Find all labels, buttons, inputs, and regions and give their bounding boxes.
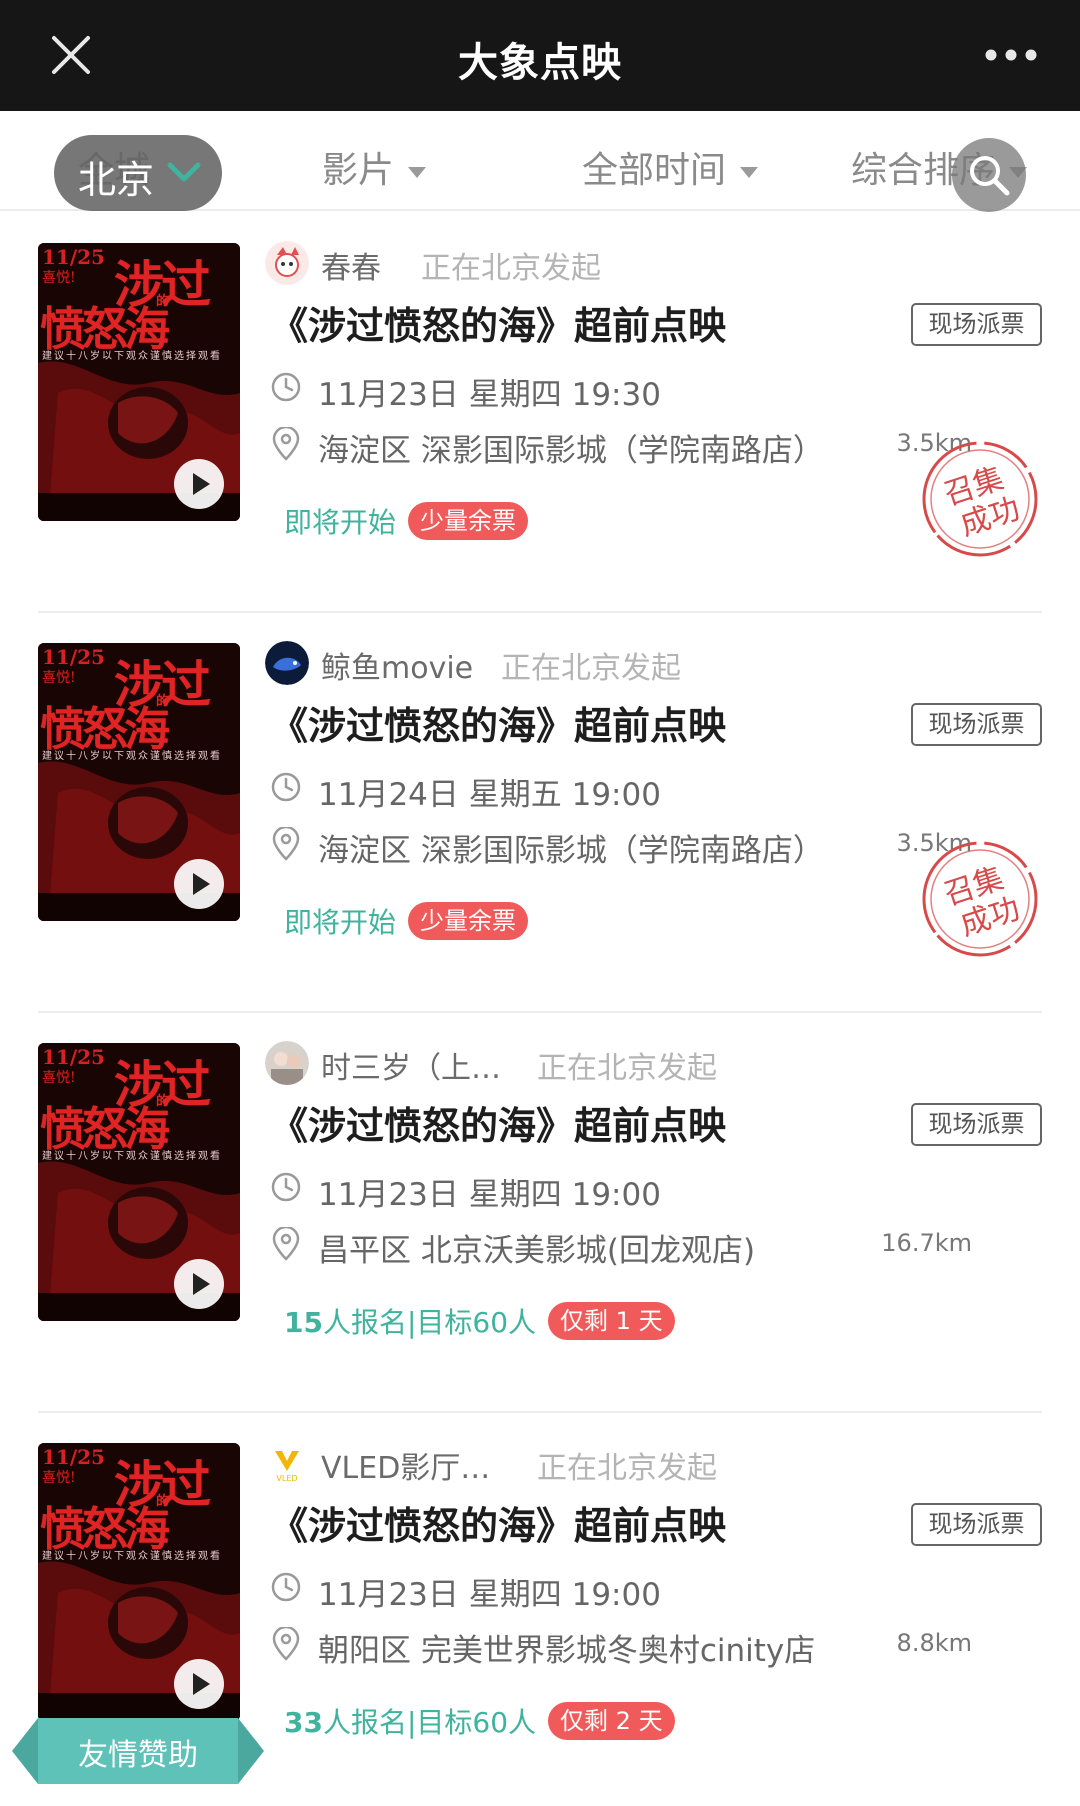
clock-icon — [271, 1172, 301, 1202]
filter-time-label: 全部时间 — [582, 150, 727, 191]
avatar[interactable] — [265, 641, 309, 685]
distance: 16.7km — [881, 1229, 972, 1257]
play-icon[interactable] — [174, 1659, 224, 1709]
card-footer: 即将开始 少量余票 — [284, 501, 529, 541]
ticket-mode-badge: 现场派票 — [911, 1103, 1042, 1146]
movie-poster[interactable]: 11/25 喜悦! 涉过 愤怒海的建议十八岁以下观众谨慎选择观看 — [38, 1443, 240, 1721]
location-pin-icon — [272, 1227, 300, 1261]
screening-card[interactable]: 11/25 喜悦! 涉过 愤怒海的建议十八岁以下观众谨慎选择观看 鲸鱼movie 正在北京… — [0, 611, 1080, 1013]
clock-icon — [271, 1572, 301, 1602]
screening-title[interactable]: 《涉过愤怒的海》超前点映 — [270, 695, 726, 750]
avatar[interactable]: VLED — [265, 1441, 309, 1485]
datetime-text: 11月23日 星期四 19:00 — [318, 1177, 661, 1213]
svg-text:VLED: VLED — [276, 1474, 297, 1483]
poster-date: 11/25 — [42, 1045, 105, 1069]
signup-count: 15人报名|目标60人 — [284, 1306, 537, 1339]
movie-poster[interactable]: 11/25 喜悦! 涉过 愤怒海的建议十八岁以下观众谨慎选择观看 — [38, 243, 240, 521]
availability-tag: 仅剩 2 天 — [548, 1702, 675, 1740]
ticket-mode-badge: 现场派票 — [911, 703, 1042, 746]
search-icon — [970, 156, 1010, 196]
availability-tag: 仅剩 1 天 — [548, 1302, 675, 1340]
distance: 8.8km — [896, 1629, 972, 1657]
screening-title[interactable]: 《涉过愤怒的海》超前点映 — [270, 1095, 726, 1150]
screening-card[interactable]: 11/25 喜悦! 涉过 愤怒海的建议十八岁以下观众谨慎选择观看 时三岁（上… 正在北京发… — [0, 1011, 1080, 1413]
cinema-address: 昌平区 北京沃美影城(回龙观店) — [318, 1233, 756, 1269]
poster-mini: 的 — [156, 294, 170, 309]
play-icon[interactable] — [174, 459, 224, 509]
signup-count: 33人报名|目标60人 — [284, 1706, 537, 1739]
card-footer: 即将开始 少量余票 — [284, 901, 529, 941]
organizer-status: 正在北京发起 — [501, 651, 681, 686]
ticket-mode-badge: 现场派票 — [911, 303, 1042, 346]
city-selected-label: 北京 — [78, 158, 155, 202]
ribbon-left-fold — [12, 1718, 38, 1784]
screening-state: 即将开始 — [284, 506, 397, 539]
page-title: 大象点映 — [458, 40, 622, 86]
location-pin-icon — [272, 427, 300, 461]
play-icon[interactable] — [174, 1259, 224, 1309]
success-stamp: 召集成功 — [922, 841, 1038, 957]
ribbon-right-fold — [238, 1718, 264, 1784]
success-stamp: 召集成功 — [922, 441, 1038, 557]
chevron-down-icon — [167, 162, 201, 182]
caret-down-icon — [408, 166, 427, 178]
organizer-status: 正在北京发起 — [537, 1451, 717, 1486]
ticket-mode-badge: 现场派票 — [911, 1503, 1042, 1546]
avatar[interactable] — [265, 241, 309, 285]
availability-tag: 少量余票 — [408, 902, 529, 940]
poster-mini: 的 — [156, 694, 170, 709]
poster-date: 11/25 — [42, 645, 105, 669]
poster-mini: 的 — [156, 1494, 170, 1509]
poster-date: 11/25 — [42, 1445, 105, 1469]
sponsor-ribbon: 友情赞助 — [12, 1718, 264, 1784]
card-footer: 15人报名|目标60人 仅剩 1 天 — [284, 1301, 675, 1341]
cinema-address: 海淀区 深影国际影城（学院南路店） — [318, 433, 824, 469]
search-button[interactable] — [952, 138, 1026, 212]
poster-sub: 喜悦! — [42, 670, 76, 686]
poster-tagline: 建议十八岁以下观众谨慎选择观看 — [42, 351, 222, 362]
organizer-name: 春春 — [321, 251, 381, 286]
availability-tag: 少量余票 — [408, 502, 529, 540]
avatar[interactable] — [265, 1041, 309, 1085]
poster-sub: 喜悦! — [42, 1470, 76, 1486]
organizer-name: 鲸鱼movie — [321, 651, 474, 686]
city-selector[interactable]: 北京 — [54, 135, 222, 211]
poster-tagline: 建议十八岁以下观众谨慎选择观看 — [42, 1551, 222, 1562]
organizer-status: 正在北京发起 — [421, 251, 601, 286]
filter-time[interactable]: 全部时间 — [582, 141, 759, 193]
poster-mini: 的 — [156, 1094, 170, 1109]
poster-sub: 喜悦! — [42, 1070, 76, 1086]
location-pin-icon — [272, 827, 300, 861]
filter-film[interactable]: 影片 — [322, 141, 427, 193]
clock-icon — [271, 372, 301, 402]
more-dots-icon[interactable] — [984, 48, 1038, 62]
organizer-status: 正在北京发起 — [537, 1051, 717, 1086]
screening-card[interactable]: 11/25 喜悦! 涉过 愤怒海的建议十八岁以下观众谨慎选择观看 春春 正在北京发起 《涉过… — [0, 211, 1080, 613]
card-footer: 33人报名|目标60人 仅剩 2 天 — [284, 1701, 675, 1741]
screening-title[interactable]: 《涉过愤怒的海》超前点映 — [270, 1495, 726, 1550]
datetime-text: 11月24日 星期五 19:00 — [318, 777, 661, 813]
datetime-text: 11月23日 星期四 19:00 — [318, 1577, 661, 1613]
datetime-text: 11月23日 星期四 19:30 — [318, 377, 661, 413]
sponsor-label: 友情赞助 — [78, 1738, 198, 1773]
caret-down-icon — [740, 166, 759, 178]
poster-date: 11/25 — [42, 245, 105, 269]
title-bar: 大象点映 — [0, 0, 1080, 111]
organizer-name: 时三岁（上… — [321, 1051, 501, 1086]
filter-film-label: 影片 — [322, 150, 395, 191]
poster-tagline: 建议十八岁以下观众谨慎选择观看 — [42, 751, 222, 762]
movie-poster[interactable]: 11/25 喜悦! 涉过 愤怒海的建议十八岁以下观众谨慎选择观看 — [38, 643, 240, 921]
screening-title[interactable]: 《涉过愤怒的海》超前点映 — [270, 295, 726, 350]
organizer-name: VLED影厅… — [321, 1451, 491, 1486]
location-pin-icon — [272, 1627, 300, 1661]
clock-icon — [271, 772, 301, 802]
poster-tagline: 建议十八岁以下观众谨慎选择观看 — [42, 1151, 222, 1162]
cinema-address: 海淀区 深影国际影城（学院南路店） — [318, 833, 824, 869]
poster-sub: 喜悦! — [42, 270, 76, 286]
movie-poster[interactable]: 11/25 喜悦! 涉过 愤怒海的建议十八岁以下观众谨慎选择观看 — [38, 1043, 240, 1321]
cinema-address: 朝阳区 完美世界影城冬奥村cinity店 — [318, 1633, 816, 1669]
play-icon[interactable] — [174, 859, 224, 909]
screening-state: 即将开始 — [284, 906, 397, 939]
